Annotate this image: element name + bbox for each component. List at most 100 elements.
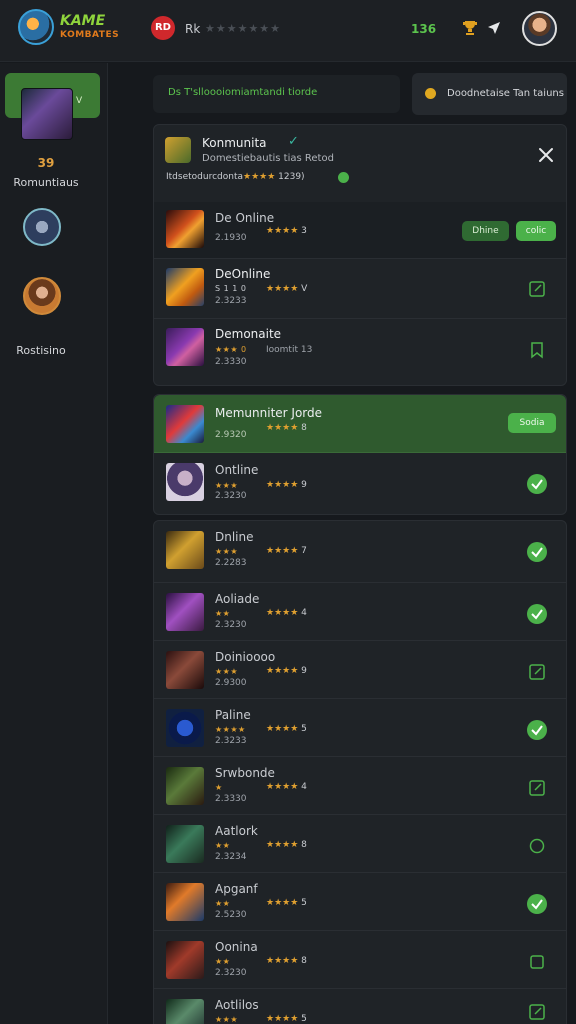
sidebar-item-thumbnail[interactable] [21, 88, 73, 140]
edit-icon[interactable] [526, 661, 548, 683]
item-name: Aoliade [215, 592, 260, 606]
edit-icon[interactable] [526, 278, 548, 300]
item-rating: ★★★★ 8 [266, 840, 307, 850]
record-badge-icon[interactable]: RD [151, 16, 175, 40]
item-mini-rating: ★★★★ [215, 725, 246, 734]
item-rating: ★★★★ 3 [266, 226, 307, 236]
item-score: 5 [301, 724, 307, 734]
list-item[interactable]: Aatlork ★★ 2.3234 ★★★★ 8 [154, 815, 566, 873]
action-button[interactable]: colic [516, 221, 556, 241]
item-stars: ★★★★ [266, 782, 299, 792]
item-stars: ★★★★ [266, 423, 299, 433]
circle-icon[interactable] [526, 835, 548, 857]
item-id: 2.3233 [215, 296, 247, 306]
item-id: 2.3233 [215, 736, 247, 746]
item-score: 3 [301, 226, 307, 236]
item-score: 7 [301, 546, 307, 556]
list-item[interactable]: Oonina ★★ 2.3230 ★★★★ 8 [154, 931, 566, 989]
sidebar-item-avatar[interactable] [23, 277, 61, 315]
item-rating: ★★★★ 4 [266, 782, 307, 792]
currency-text: Doodnetaise Tan taiuns [447, 88, 564, 99]
check-icon[interactable] [526, 893, 548, 915]
item-name: DeOnline [215, 267, 271, 281]
sidebar-item-count: 39 [37, 156, 55, 170]
item-score: 9 [301, 480, 307, 490]
sidebar-item-avatar[interactable] [23, 208, 61, 246]
list-item[interactable]: Aoliade ★★ 2.3230 ★★★★ 4 [154, 583, 566, 641]
list-item[interactable]: Ontline ★★★ 2.3230 ★★★★ 9 [154, 453, 566, 514]
user-avatar[interactable] [522, 11, 557, 46]
edit-icon[interactable] [526, 777, 548, 799]
close-icon[interactable] [536, 145, 556, 165]
item-stars: ★★★★ [266, 840, 299, 850]
item-score: V [301, 284, 308, 294]
item-stars: ★★★★ [266, 284, 299, 294]
item-thumbnail [166, 463, 204, 501]
trophy-icon[interactable] [460, 18, 480, 38]
item-score: 5 [301, 1014, 307, 1024]
item-mini-rating: S 1 1 0 [215, 284, 247, 293]
list-item[interactable]: DeOnline S 1 1 0 2.3233 ★★★★ V [154, 259, 566, 319]
item-name: Dnline [215, 530, 254, 544]
item-thumbnail [166, 268, 204, 306]
panel-rating-prefix: Itdsetodurcdonta [166, 172, 243, 182]
item-stars: ★★★★ [266, 1014, 299, 1024]
square-icon[interactable] [526, 951, 548, 973]
item-rating: ★★★★ 4 [266, 608, 307, 618]
list-item[interactable]: Aotlilos ★★★ ★★★★ 5 [154, 989, 566, 1024]
item-id: 2.3234 [215, 852, 247, 862]
sidebar-item-label[interactable]: Rostisino [0, 344, 82, 357]
item-thumbnail [166, 883, 204, 921]
item-stars: ★★★★ [266, 898, 299, 908]
item-name: Apganf [215, 882, 258, 896]
sidebar: V 39 Romuntiaus Rostisino [0, 63, 108, 1024]
item-thumbnail [166, 651, 204, 689]
check-icon[interactable] [526, 719, 548, 741]
item-id: 2.3330 [215, 794, 247, 804]
coin-icon [425, 88, 436, 99]
item-rating: ★★★★ 5 [266, 898, 307, 908]
list-item[interactable]: De Online 2.1930 ★★★★ 3 Dhine colic [154, 202, 566, 259]
list-item[interactable]: Apganf ★★ 2.5230 ★★★★ 5 [154, 873, 566, 931]
item-stars: ★★★★ [266, 666, 299, 676]
list-item[interactable]: Doinioooo ★★★ 2.9300 ★★★★ 9 [154, 641, 566, 699]
item-id: 2.9300 [215, 678, 247, 688]
list-item[interactable]: Srwbonde ★ 2.3330 ★★★★ 4 [154, 757, 566, 815]
item-stars: ★★★★ [266, 724, 299, 734]
item-name: Ontline [215, 463, 259, 477]
item-mini-rating: ★★★ [215, 667, 239, 676]
panel-rating: Itdsetodurcdonta★★★★ 1239) [166, 172, 305, 182]
sidebar-item-badge: V [76, 96, 83, 106]
item-name: De Online [215, 211, 275, 225]
social-button[interactable]: Sodia [508, 413, 556, 433]
check-icon[interactable] [526, 603, 548, 625]
list-item[interactable]: Paline ★★★★ 2.3233 ★★★★ 5 [154, 699, 566, 757]
sidebar-item-label[interactable]: Romuntiaus [0, 176, 92, 189]
check-icon[interactable] [526, 541, 548, 563]
item-rating: ★★★★ 8 [266, 423, 307, 433]
check-icon[interactable] [526, 473, 548, 495]
list-item[interactable]: Dnline ★★★ 2.2283 ★★★★ 7 [154, 521, 566, 583]
item-score: 4 [301, 782, 307, 792]
item-rating: ★★★★ 7 [266, 546, 307, 556]
item-name: Paline [215, 708, 251, 722]
online-button[interactable]: Dhine [462, 221, 509, 241]
item-stars: ★★★★ [266, 480, 299, 490]
item-mini-rating: ★★ [215, 841, 231, 850]
item-name: Memunniter Jorde [215, 406, 323, 420]
list-item[interactable]: Demonaite ★★★ 0 2.3330 Ioomtit 13 [154, 319, 566, 385]
item-score: 8 [301, 423, 307, 433]
item-mini-rating: ★★ [215, 899, 231, 908]
item-id: 2.5230 [215, 910, 247, 920]
navigation-arrow-icon[interactable] [487, 21, 501, 35]
item-mini-rating: ★★★ [215, 1015, 239, 1024]
item-name: Demonaite [215, 327, 282, 341]
item-thumbnail [166, 767, 204, 805]
bookmark-icon[interactable] [526, 339, 548, 361]
game-logo-icon[interactable] [18, 9, 54, 45]
edit-icon[interactable] [526, 1001, 548, 1023]
panel-rating-count: 1239) [278, 172, 305, 182]
featured-item[interactable]: Memunniter Jorde 2.9320 ★★★★ 8 Sodia [154, 395, 566, 453]
item-thumbnail [166, 825, 204, 863]
item-id: 2.9320 [215, 430, 247, 440]
